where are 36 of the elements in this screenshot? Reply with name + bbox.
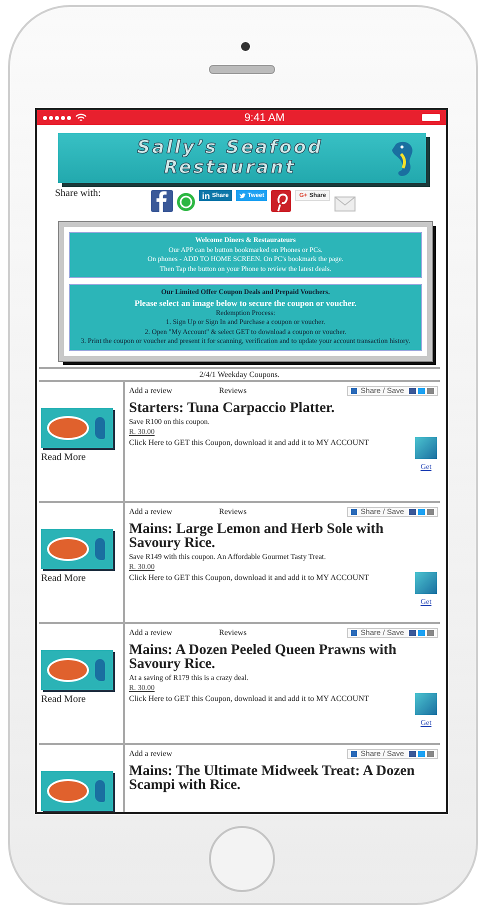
- banner-title: Sally’s Seafood: [137, 138, 323, 158]
- coupon-title: Starters: Tuna Carpaccio Platter.: [129, 400, 336, 414]
- add-review-link[interactable]: Add a review: [129, 507, 219, 516]
- coupon-image[interactable]: [41, 770, 113, 810]
- pinterest-button[interactable]: [271, 190, 292, 212]
- reviews-link[interactable]: Reviews: [219, 628, 299, 637]
- get-coupon-text: Click Here to GET this Coupon, download it and add it to MY ACCOUNT: [129, 572, 370, 582]
- camera-icon: [241, 42, 250, 50]
- coupon-title: Mains: Large Lemon and Herb Sole with Savoury Rice.: [129, 522, 385, 550]
- add-review-link[interactable]: Add a review: [129, 749, 219, 758]
- read-more-link[interactable]: Read More: [41, 694, 123, 704]
- coupon-title: Mains: The Ultimate Midweek Treat: A Dozen Scampi with Rice.: [129, 764, 416, 792]
- coupons-heading: 2/4/1 Weekday Coupons.: [39, 366, 440, 382]
- add-review-link[interactable]: Add a review: [129, 386, 219, 395]
- read-more-link[interactable]: Read More: [41, 452, 123, 462]
- coupon-title: Mains: A Dozen Peeled Queen Prawns with Savoury Rice.: [129, 642, 398, 670]
- add-review-link[interactable]: Add a review: [129, 628, 219, 637]
- facebook-button[interactable]: [151, 190, 173, 212]
- battery-icon: [422, 114, 440, 121]
- read-more-link[interactable]: Read More: [41, 572, 123, 584]
- reviews-link[interactable]: Reviews: [219, 386, 299, 395]
- coupon-image[interactable]: [41, 408, 113, 448]
- whatsapp-button[interactable]: [177, 193, 195, 211]
- signal-icon: [43, 116, 71, 120]
- coupon-image[interactable]: [41, 528, 113, 568]
- status-time: 9:41 AM: [243, 112, 285, 124]
- wifi-icon: [75, 113, 87, 122]
- get-coupon-text: Click Here to GET this Coupon, download it and add it to MY ACCOUNT: [129, 436, 370, 446]
- speaker-icon: [208, 64, 274, 74]
- banner-title: Restaurant: [164, 158, 296, 178]
- bird-icon: [238, 192, 246, 198]
- coupon-image[interactable]: [41, 650, 113, 690]
- share-label: Share with:: [55, 188, 102, 199]
- reviews-link[interactable]: Reviews: [219, 507, 299, 516]
- notice-text: Please select an image below to secure the coupon or voucher.: [134, 298, 358, 308]
- get-coupon-text: Click Here to GET this Coupon, download it and add it to MY ACCOUNT: [129, 692, 370, 702]
